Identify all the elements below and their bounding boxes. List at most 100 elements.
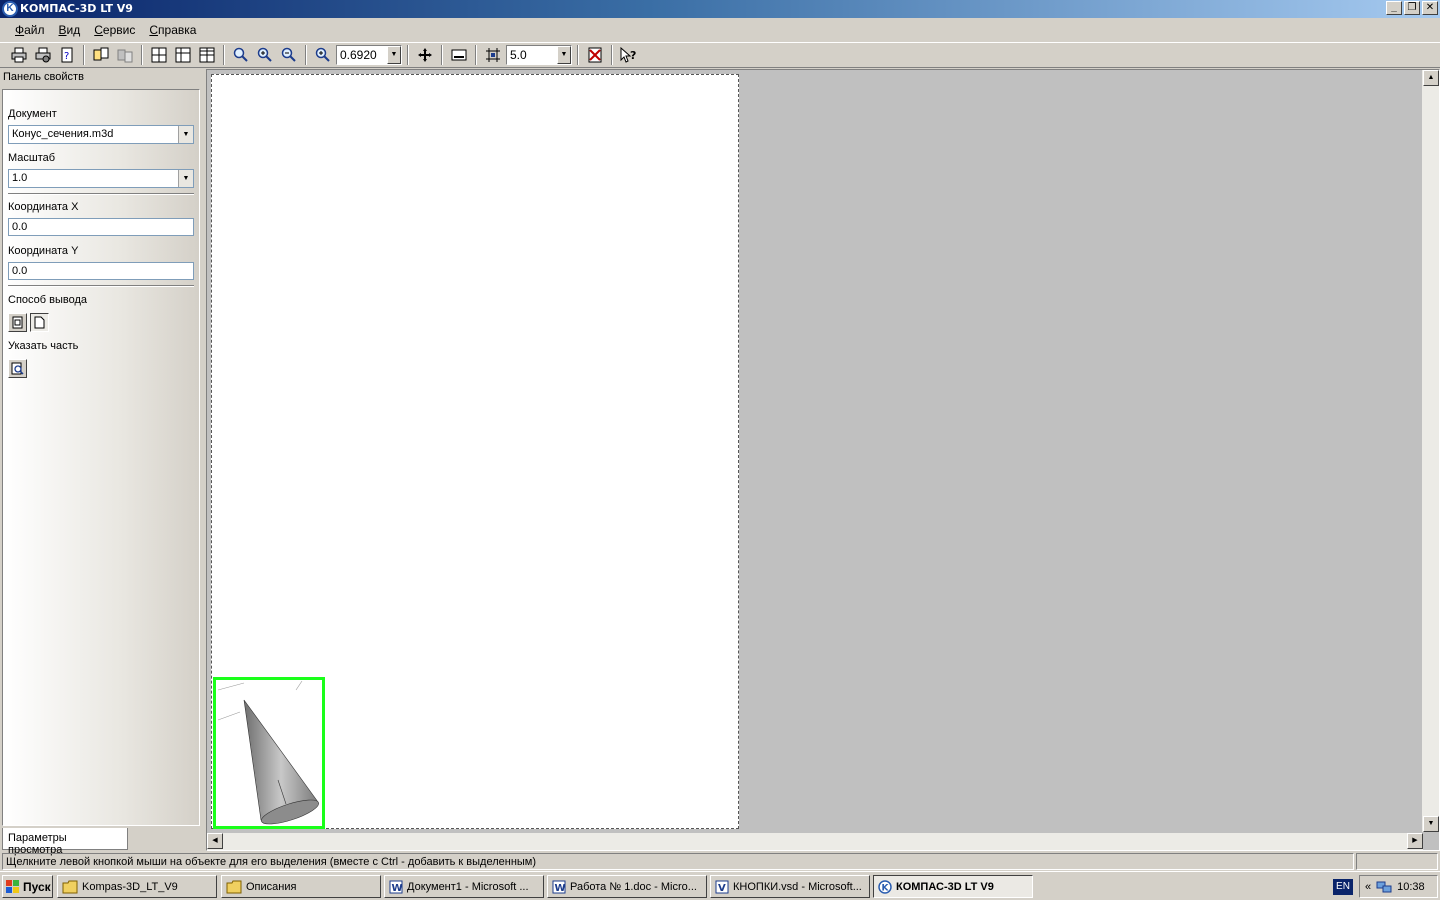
clock[interactable]: 10:38 <box>1397 881 1425 893</box>
scale-label: Масштаб <box>8 152 56 164</box>
document-combo[interactable]: Конус_сечения.m3d ▼ <box>8 125 194 144</box>
task-visio-buttons[interactable]: V КНОПКИ.vsd - Microsoft... <box>710 875 870 898</box>
step-combo[interactable]: 5.0 ▼ <box>506 45 572 65</box>
arrange-sheets-button[interactable] <box>90 44 112 66</box>
tray-expand-icon[interactable]: « <box>1365 881 1371 893</box>
properties-panel: Панель свойств Документ Конус_сечения.m3… <box>0 69 204 856</box>
chevron-down-icon[interactable]: ▼ <box>178 170 193 187</box>
preview-workspace[interactable]: ▲ ▼ ◀ ▶ <box>206 69 1440 851</box>
windows-logo-icon <box>6 879 19 893</box>
chevron-down-icon[interactable]: ▼ <box>387 46 401 64</box>
rotate-sheets-button[interactable] <box>114 44 136 66</box>
zoom-in-button[interactable] <box>254 44 276 66</box>
close-preview-button[interactable] <box>584 44 606 66</box>
step-value[interactable]: 5.0 <box>507 46 557 64</box>
pan-button[interactable] <box>414 44 436 66</box>
output-page-button[interactable] <box>30 313 49 332</box>
toolbar-separator <box>223 45 225 65</box>
task-descriptions-folder[interactable]: Описания <box>221 875 381 898</box>
page-fit-icon <box>12 316 23 329</box>
toolbar-separator <box>577 45 579 65</box>
panel-body: Документ Конус_сечения.m3d ▼ Масштаб 1.0… <box>2 89 200 826</box>
menu-help[interactable]: Справка <box>142 23 203 37</box>
menu-bar: Файл Вид Сервис Справка <box>0 18 1440 42</box>
word-icon: W <box>389 880 403 894</box>
zoom-scale-button[interactable] <box>312 44 334 66</box>
scale-value[interactable]: 1.0 <box>9 170 178 187</box>
svg-text:?: ? <box>630 49 636 62</box>
language-indicator[interactable]: EN <box>1333 879 1353 895</box>
scroll-right-button[interactable]: ▶ <box>1407 833 1423 849</box>
scroll-up-button[interactable]: ▲ <box>1423 70 1439 86</box>
zoom-combo[interactable]: 0.6920 ▼ <box>336 45 402 65</box>
monitor-icon <box>451 49 467 61</box>
main-toolbar: ? 0.6920 ▼ 5.0 ▼ ? <box>0 42 1440 68</box>
toolbar-separator <box>441 45 443 65</box>
title-bar: K КОМПАС-3D LT V9 _ ❐ ✕ <box>0 0 1440 18</box>
select-part-label: Указать часть <box>8 340 79 352</box>
layout-2-button[interactable] <box>172 44 194 66</box>
toolbar-separator <box>83 45 85 65</box>
context-help-button[interactable]: ? <box>618 44 640 66</box>
menu-view[interactable]: Вид <box>52 23 88 37</box>
preview-selection-frame[interactable] <box>213 677 325 829</box>
menu-file[interactable]: Файл <box>8 23 52 37</box>
horizontal-scrollbar[interactable]: ◀ ▶ <box>207 833 1423 850</box>
page-zoom-icon <box>11 362 24 375</box>
toolbar-separator <box>611 45 613 65</box>
scroll-left-button[interactable]: ◀ <box>207 833 223 849</box>
restore-button[interactable]: ❐ <box>1404 1 1420 15</box>
zoom-window-button[interactable] <box>230 44 252 66</box>
scale-combo[interactable]: 1.0 ▼ <box>8 169 194 188</box>
print-page[interactable] <box>211 74 739 829</box>
svg-text:K: K <box>882 883 890 893</box>
task-kompas-folder[interactable]: Kompas-3D_LT_V9 <box>57 875 217 898</box>
task-kompas-app[interactable]: K КОМПАС-3D LT V9 <box>873 875 1033 898</box>
vertical-scrollbar[interactable]: ▲ ▼ <box>1422 70 1439 832</box>
grid-layout-icon <box>175 47 191 63</box>
layout-3-button[interactable] <box>196 44 218 66</box>
minimize-button[interactable]: _ <box>1386 1 1402 15</box>
sheets-rotate-icon <box>117 49 133 63</box>
printer-settings-icon <box>35 47 51 63</box>
coord-x-input[interactable]: 0.0 <box>8 218 194 236</box>
network-icon[interactable] <box>1376 880 1392 894</box>
status-bar: Щелкните левой кнопкой мыши на объекте д… <box>0 852 1440 871</box>
panel-divider <box>8 193 194 195</box>
svg-text:?: ? <box>64 51 69 62</box>
print-button[interactable] <box>8 44 30 66</box>
task-word-work1[interactable]: W Работа № 1.doc - Micro... <box>547 875 707 898</box>
status-message: Щелкните левой кнопкой мыши на объекте д… <box>2 853 1354 870</box>
zoom-out-button[interactable] <box>278 44 300 66</box>
page-icon <box>34 316 45 329</box>
svg-text:W: W <box>392 883 403 894</box>
page-setup-button[interactable]: ? <box>56 44 78 66</box>
scroll-down-button[interactable]: ▼ <box>1423 816 1439 832</box>
folder-icon <box>62 880 78 893</box>
tab-view-parameters[interactable]: Параметры просмотра <box>2 828 128 856</box>
document-value[interactable]: Конус_сечения.m3d <box>9 126 178 143</box>
move-arrows-icon <box>418 48 432 62</box>
panel-title: Панель свойств <box>3 71 84 83</box>
print-setup-button[interactable] <box>32 44 54 66</box>
fit-page-button[interactable] <box>448 44 470 66</box>
zoom-value[interactable]: 0.6920 <box>337 46 387 64</box>
close-preview-icon <box>588 47 602 63</box>
chevron-down-icon[interactable]: ▼ <box>557 46 571 64</box>
system-tray: « 10:38 <box>1359 875 1438 898</box>
layout-1-button[interactable] <box>148 44 170 66</box>
close-button[interactable]: ✕ <box>1422 1 1438 15</box>
snap-step-button[interactable] <box>482 44 504 66</box>
toolbar-separator <box>475 45 477 65</box>
document-label: Документ <box>8 108 57 120</box>
start-button[interactable]: Пуск <box>2 875 53 898</box>
menu-service[interactable]: Сервис <box>87 23 142 37</box>
status-cell <box>1356 853 1438 870</box>
window-title: КОМПАС-3D LT V9 <box>20 2 133 15</box>
task-word-document1[interactable]: W Документ1 - Microsoft ... <box>384 875 544 898</box>
select-part-button[interactable] <box>8 359 27 378</box>
output-fit-button[interactable] <box>8 313 27 332</box>
output-mode-label: Способ вывода <box>8 294 87 306</box>
chevron-down-icon[interactable]: ▼ <box>178 126 193 143</box>
coord-y-input[interactable]: 0.0 <box>8 262 194 280</box>
